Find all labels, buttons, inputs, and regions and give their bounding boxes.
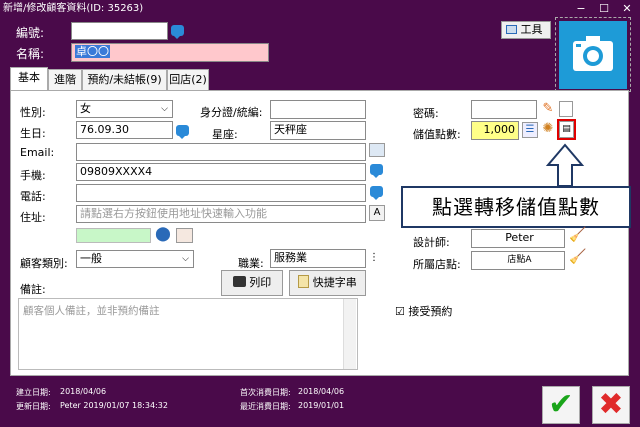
tab-booking[interactable]: 預約/未結帳(9) — [82, 69, 167, 91]
birthday-field[interactable]: 76.09.30 — [76, 121, 173, 139]
transfer-points-icon[interactable]: ▤ — [559, 121, 574, 138]
store-field: 店點A — [471, 251, 565, 270]
points-field: 1,000 — [471, 121, 519, 140]
password-label: 密碼: — [413, 107, 439, 120]
address-field[interactable]: 請點選右方按鈕使用地址快速輸入功能 — [76, 205, 366, 223]
chat-icon[interactable] — [370, 164, 383, 178]
window-title: 新增/修改顧客資料(ID: 35263) — [3, 3, 144, 14]
tools-button[interactable]: 工具 — [501, 21, 551, 39]
phone-field[interactable] — [76, 184, 366, 202]
id-field[interactable] — [71, 22, 168, 40]
password-field[interactable] — [471, 100, 537, 119]
more-icon[interactable]: ⋮ — [369, 251, 379, 265]
pencil-icon[interactable]: ✎ — [540, 101, 556, 117]
x-icon: ✖ — [598, 387, 624, 422]
job-field[interactable]: 服務業 — [270, 249, 366, 268]
minimize-button[interactable]: − — [571, 0, 591, 17]
email-field[interactable] — [76, 143, 366, 161]
tools-icon — [506, 25, 517, 34]
job-label: 職業: — [238, 257, 264, 270]
broom-icon[interactable]: 🧹 — [569, 250, 586, 268]
notes-scrollbar[interactable] — [343, 299, 356, 369]
shortcut-button[interactable]: 快捷字串 — [289, 270, 366, 296]
gear-icon[interactable]: ✺ — [540, 122, 556, 138]
created-value: 2018/04/06 — [60, 387, 107, 396]
broom-icon[interactable]: 🧹 — [569, 228, 586, 246]
shortcut-label: 快捷字串 — [312, 276, 357, 289]
category-label: 顧客類別: — [20, 257, 68, 270]
chevron-down-icon: ⌵ — [182, 254, 189, 264]
print-label: 列印 — [249, 276, 272, 289]
accept-booking-label: 接受預約 — [408, 305, 453, 318]
printer-icon — [232, 276, 246, 287]
zodiac-field: 天秤座 — [270, 121, 366, 140]
notes-textarea[interactable]: 顧客個人備註，並非預約備註 — [18, 298, 358, 370]
address-helper-icon[interactable]: A — [369, 205, 385, 221]
tab-advanced[interactable]: 進階 — [48, 69, 82, 91]
mobile-label: 手機: — [20, 169, 46, 182]
print-button[interactable]: 列印 — [221, 270, 283, 296]
gender-value: 女 — [80, 102, 91, 115]
up-arrow-icon — [545, 143, 585, 187]
tab-return[interactable]: 回店(2) — [167, 69, 209, 91]
last-visit-label: 最近消費日期: — [240, 402, 291, 411]
camera-icon — [559, 21, 627, 89]
designer-label: 設計師: — [413, 236, 450, 249]
id-number-field[interactable] — [270, 100, 366, 119]
store-label: 所屬店點: — [413, 258, 461, 271]
close-button[interactable]: ✕ — [617, 0, 637, 17]
address-label: 住址: — [20, 211, 46, 224]
points-label: 儲值點數: — [413, 128, 461, 141]
phone-label: 電話: — [20, 190, 46, 203]
tab-basic[interactable]: 基本 — [10, 67, 48, 91]
updated-label: 更新日期: — [16, 402, 51, 411]
ok-button[interactable]: ✔ — [542, 386, 580, 424]
last-visit-value: 2019/01/01 — [298, 401, 345, 410]
notes-label: 備註: — [20, 283, 46, 296]
name-value: 卓〇〇 — [75, 45, 110, 58]
id-number-label: 身分證/統編: — [200, 106, 263, 119]
email-icon[interactable] — [369, 143, 385, 157]
zodiac-label: 星座: — [212, 128, 238, 141]
mobile-field[interactable]: 09809XXXX4 — [76, 163, 366, 181]
chat-icon[interactable] — [171, 25, 184, 39]
chat-icon[interactable] — [370, 186, 383, 200]
first-visit-value: 2018/04/06 — [298, 387, 345, 396]
check-icon: ✔ — [548, 387, 574, 422]
designer-field: Peter — [471, 229, 565, 248]
photo-frame[interactable] — [555, 17, 631, 92]
gender-select[interactable]: 女 ⌵ — [76, 100, 173, 118]
notepad-icon — [298, 275, 310, 288]
category-select[interactable]: 一般 ⌵ — [76, 250, 194, 268]
created-label: 建立日期: — [16, 388, 51, 397]
updated-value: Peter 2019/01/07 18:34:32 — [60, 401, 168, 410]
gender-label: 性別: — [20, 106, 46, 119]
name-label: 名稱: — [16, 47, 45, 61]
chat-icon[interactable] — [176, 125, 189, 139]
list-icon[interactable]: ☰ — [522, 122, 538, 138]
map-icon[interactable] — [176, 228, 193, 243]
address-zip-field[interactable] — [76, 228, 151, 243]
chevron-down-icon: ⌵ — [161, 104, 168, 114]
tools-label: 工具 — [520, 23, 543, 36]
cancel-button[interactable]: ✖ — [592, 386, 630, 424]
birthday-label: 生日: — [20, 127, 46, 140]
checkbox-icon: ☑ — [395, 305, 405, 318]
email-label: Email: — [20, 146, 55, 159]
id-label: 編號: — [16, 26, 45, 40]
accept-booking-checkbox[interactable]: ☑ 接受預約 — [395, 303, 452, 319]
first-visit-label: 首次消費日期: — [240, 388, 291, 397]
callout-box: 點選轉移儲值點數 — [401, 186, 631, 228]
title-bar: 新增/修改顧客資料(ID: 35263) − ☐ ✕ — [0, 0, 640, 17]
map-pin-icon[interactable]: ⬤ — [155, 227, 171, 243]
category-value: 一般 — [80, 252, 102, 265]
maximize-button[interactable]: ☐ — [594, 0, 614, 17]
document-icon[interactable] — [559, 101, 573, 117]
name-field[interactable]: 卓〇〇 — [71, 43, 269, 62]
